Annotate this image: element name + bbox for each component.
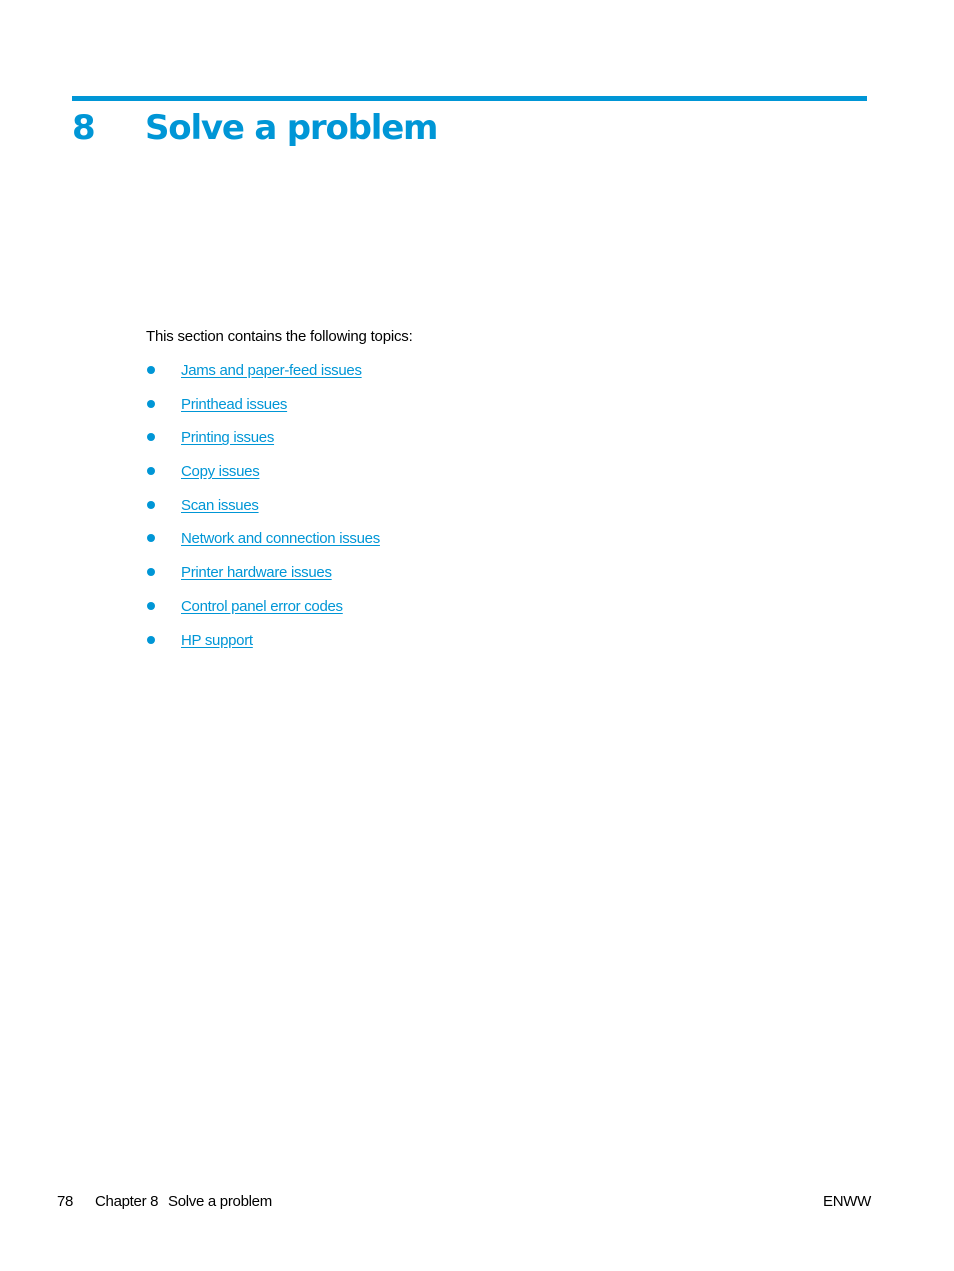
bullet-icon [147, 500, 155, 509]
heading-rule [72, 96, 867, 101]
topic-link-error-codes[interactable]: Control panel error codes [181, 598, 343, 615]
topic-link-jams[interactable]: Jams and paper-feed issues [181, 362, 362, 379]
topic-link-scan[interactable]: Scan issues [181, 497, 259, 514]
intro-text: This section contains the following topi… [146, 328, 413, 345]
topic-link-printing[interactable]: Printing issues [181, 429, 274, 446]
chapter-title: Solve a problem [145, 108, 438, 148]
topic-link-network[interactable]: Network and connection issues [181, 530, 380, 547]
bullet-icon [147, 399, 155, 408]
bullet-icon [147, 568, 155, 577]
bullet-icon [147, 433, 155, 442]
footer-locale: ENWW [823, 1193, 871, 1210]
footer-page-number: 78 [57, 1193, 74, 1210]
bullet-icon [147, 635, 155, 644]
topic-link-printhead[interactable]: Printhead issues [181, 396, 287, 413]
topic-link-hardware[interactable]: Printer hardware issues [181, 564, 332, 581]
topic-link-hp-support[interactable]: HP support [181, 632, 253, 649]
bullet-icon [147, 467, 155, 476]
bullet-icon [147, 534, 155, 543]
bullet-icon [147, 366, 155, 374]
footer-chapter-title: Solve a problem [168, 1193, 272, 1210]
chapter-number: 8 [72, 108, 96, 148]
footer-chapter-label: Chapter 8 [95, 1193, 159, 1210]
bullet-icon [147, 601, 155, 610]
topic-link-copy[interactable]: Copy issues [181, 463, 260, 480]
